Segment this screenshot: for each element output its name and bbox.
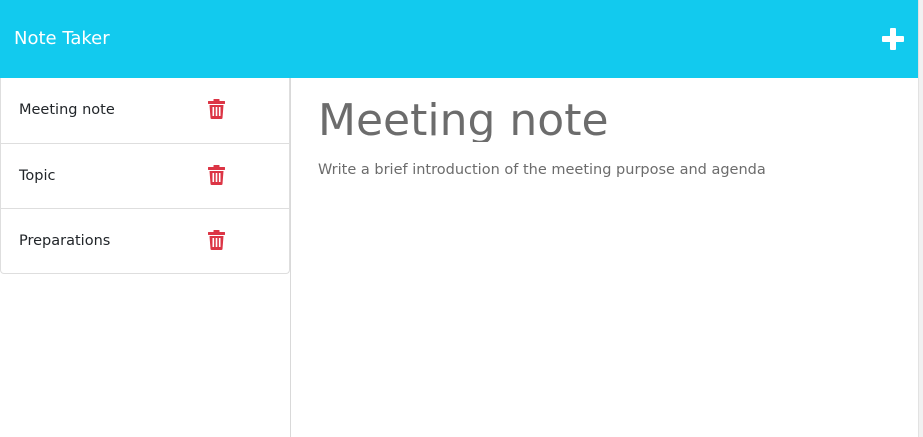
note-text-area[interactable]: Write a brief introduction of the meetin… <box>318 160 898 360</box>
list-item[interactable]: Preparations <box>1 208 289 273</box>
notes-sidebar: Meeting note Topic Preparations <box>0 78 291 437</box>
note-taker-app: Note Taker Meeting note Topic Preparatio… <box>0 0 923 437</box>
note-editor: Meeting note Write a brief introduction … <box>292 78 918 437</box>
notes-list: Meeting note Topic Preparations <box>0 78 290 274</box>
new-note-button[interactable] <box>879 25 907 53</box>
list-item[interactable]: Meeting note <box>1 78 289 143</box>
window-scrollbar[interactable] <box>918 0 923 437</box>
app-title: Note Taker <box>14 28 110 49</box>
trash-icon[interactable] <box>208 165 225 185</box>
note-list-title: Meeting note <box>19 102 115 118</box>
plus-icon <box>882 28 904 50</box>
navbar: Note Taker <box>0 0 918 78</box>
trash-icon[interactable] <box>208 99 225 119</box>
note-list-title: Topic <box>19 168 56 184</box>
list-item[interactable]: Topic <box>1 143 289 208</box>
note-list-title: Preparations <box>19 233 111 249</box>
trash-icon[interactable] <box>208 230 225 250</box>
note-title-input[interactable]: Meeting note <box>318 96 898 142</box>
